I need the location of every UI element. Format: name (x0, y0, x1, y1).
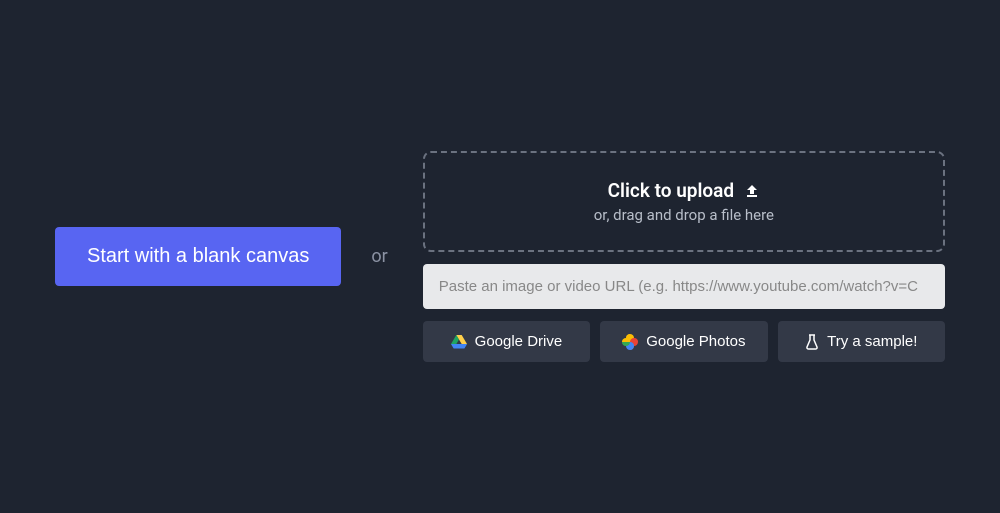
google-drive-label: Google Drive (475, 333, 563, 350)
source-buttons-row: Google Drive (423, 321, 945, 362)
google-drive-icon (451, 335, 467, 349)
dropzone-subtitle: or, drag and drop a file here (445, 206, 923, 224)
try-sample-label: Try a sample! (827, 333, 917, 350)
google-photos-label: Google Photos (646, 333, 745, 350)
google-drive-button[interactable]: Google Drive (423, 321, 590, 362)
dropzone-title-row: Click to upload (445, 179, 923, 202)
flask-icon (805, 334, 819, 350)
google-photos-icon (622, 334, 638, 350)
upload-icon (744, 183, 760, 199)
upload-dropzone[interactable]: Click to upload or, drag and drop a file… (423, 151, 945, 252)
try-sample-button[interactable]: Try a sample! (778, 321, 945, 362)
separator-text: or (371, 246, 387, 267)
blank-canvas-button[interactable]: Start with a blank canvas (55, 227, 341, 286)
url-input[interactable] (423, 264, 945, 309)
upload-panel: Click to upload or, drag and drop a file… (423, 151, 945, 362)
main-container: Start with a blank canvas or Click to up… (0, 151, 1000, 362)
google-photos-button[interactable]: Google Photos (600, 321, 767, 362)
dropzone-title: Click to upload (608, 179, 734, 202)
